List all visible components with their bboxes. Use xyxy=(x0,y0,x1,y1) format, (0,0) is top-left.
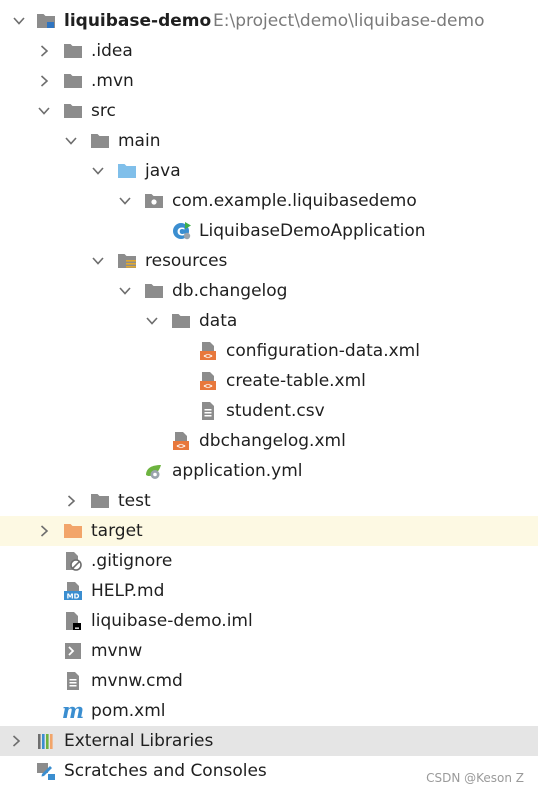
resources-folder-icon xyxy=(117,251,137,271)
tree-item-label: mvnw xyxy=(91,641,143,661)
tree-item-label: src xyxy=(91,101,116,121)
tree-item-label: Scratches and Consoles xyxy=(64,761,267,781)
source-folder-icon xyxy=(117,161,137,181)
scratches-icon xyxy=(36,761,56,781)
tree-item-label: External Libraries xyxy=(64,731,214,751)
tree-row-create-table[interactable]: create-table.xml xyxy=(0,366,538,396)
tree-item-label: student.csv xyxy=(226,401,325,421)
tree-item-label: java xyxy=(145,161,181,181)
tree-item-label: com.example.liquibasedemo xyxy=(172,191,417,211)
project-folder-icon xyxy=(36,11,56,31)
text-file-icon xyxy=(198,401,218,421)
chevron-down-icon[interactable] xyxy=(117,283,133,299)
watermark: CSDN @Keson Z xyxy=(426,771,524,785)
tree-row-src[interactable]: src xyxy=(0,96,538,126)
project-path: E:\project\demo\liquibase-demo xyxy=(213,11,485,31)
tree-row-mvnw-cmd[interactable]: mvnw.cmd xyxy=(0,666,538,696)
spring-boot-class-icon xyxy=(172,221,192,241)
chevron-right-icon[interactable] xyxy=(63,493,79,509)
tree-row-test[interactable]: test xyxy=(0,486,538,516)
tree-row-idea[interactable]: .idea xyxy=(0,36,538,66)
tree-item-label: .mvn xyxy=(91,71,134,91)
chevron-down-icon[interactable] xyxy=(144,313,160,329)
tree-item-label: create-table.xml xyxy=(226,371,366,391)
tree-item-label: configuration-data.xml xyxy=(226,341,420,361)
tree-row-data[interactable]: data xyxy=(0,306,538,336)
tree-row-dbchangelog[interactable]: dbchangelog.xml xyxy=(0,426,538,456)
tree-item-label: data xyxy=(199,311,238,331)
folder-icon xyxy=(90,131,110,151)
tree-item-label: test xyxy=(118,491,151,511)
tree-item-label: HELP.md xyxy=(91,581,165,601)
tree-row-student-csv[interactable]: student.csv xyxy=(0,396,538,426)
tree-row-app-class[interactable]: LiquibaseDemoApplication xyxy=(0,216,538,246)
chevron-right-icon[interactable] xyxy=(36,43,52,59)
chevron-down-icon[interactable] xyxy=(63,133,79,149)
tree-row-configuration-data[interactable]: configuration-data.xml xyxy=(0,336,538,366)
xml-file-icon xyxy=(171,431,191,451)
chevron-down-icon[interactable] xyxy=(117,193,133,209)
folder-icon xyxy=(63,41,83,61)
tree-row-main[interactable]: main xyxy=(0,126,538,156)
chevron-down-icon[interactable] xyxy=(11,13,27,29)
libraries-icon xyxy=(36,731,56,751)
tree-item-label: LiquibaseDemoApplication xyxy=(199,221,426,241)
tree-row-external-libraries[interactable]: External Libraries xyxy=(0,726,538,756)
tree-item-label: liquibase-demo.iml xyxy=(91,611,253,631)
tree-row-package[interactable]: com.example.liquibasedemo xyxy=(0,186,538,216)
tree-row-target[interactable]: target xyxy=(0,516,538,546)
tree-item-label: mvnw.cmd xyxy=(91,671,183,691)
folder-icon xyxy=(90,491,110,511)
chevron-right-icon[interactable] xyxy=(8,733,24,749)
project-tree: liquibase-demo E:\project\demo\liquibase… xyxy=(0,0,538,793)
chevron-down-icon[interactable] xyxy=(90,163,106,179)
tree-row-db-changelog[interactable]: db.changelog xyxy=(0,276,538,306)
tree-row-mvnw[interactable]: mvnw xyxy=(0,636,538,666)
tree-item-label: db.changelog xyxy=(172,281,288,301)
chevron-right-icon[interactable] xyxy=(36,523,52,539)
chevron-down-icon[interactable] xyxy=(36,103,52,119)
xml-file-icon xyxy=(198,341,218,361)
markdown-file-icon xyxy=(63,581,83,601)
gitignore-file-icon xyxy=(63,551,83,571)
tree-row-resources[interactable]: resources xyxy=(0,246,538,276)
chevron-right-icon[interactable] xyxy=(36,73,52,89)
package-icon xyxy=(144,191,164,211)
tree-item-label: .idea xyxy=(91,41,133,61)
tree-item-label: pom.xml xyxy=(91,701,166,721)
tree-item-label: dbchangelog.xml xyxy=(199,431,346,451)
text-file-icon xyxy=(63,671,83,691)
tree-item-label: .gitignore xyxy=(91,551,173,571)
tree-row-iml[interactable]: liquibase-demo.iml xyxy=(0,606,538,636)
folder-icon xyxy=(144,281,164,301)
maven-icon xyxy=(63,701,83,721)
shell-script-icon xyxy=(63,641,83,661)
project-name: liquibase-demo xyxy=(64,11,212,31)
chevron-down-icon[interactable] xyxy=(90,253,106,269)
tree-item-label: application.yml xyxy=(172,461,303,481)
xml-file-icon xyxy=(198,371,218,391)
tree-row-application-yml[interactable]: application.yml xyxy=(0,456,538,486)
tree-row-java[interactable]: java xyxy=(0,156,538,186)
module-file-icon xyxy=(63,611,83,631)
tree-row-mvn[interactable]: .mvn xyxy=(0,66,538,96)
folder-icon xyxy=(63,71,83,91)
tree-item-label: target xyxy=(91,521,143,541)
excluded-folder-icon xyxy=(63,521,83,541)
tree-row-help-md[interactable]: HELP.md xyxy=(0,576,538,606)
tree-row-gitignore[interactable]: .gitignore xyxy=(0,546,538,576)
tree-row-pom[interactable]: pom.xml xyxy=(0,696,538,726)
tree-item-label: resources xyxy=(145,251,228,271)
spring-yml-icon xyxy=(144,461,164,481)
tree-row-project-root[interactable]: liquibase-demo E:\project\demo\liquibase… xyxy=(0,6,538,36)
folder-icon xyxy=(63,101,83,121)
tree-item-label: main xyxy=(118,131,161,151)
folder-icon xyxy=(171,311,191,331)
